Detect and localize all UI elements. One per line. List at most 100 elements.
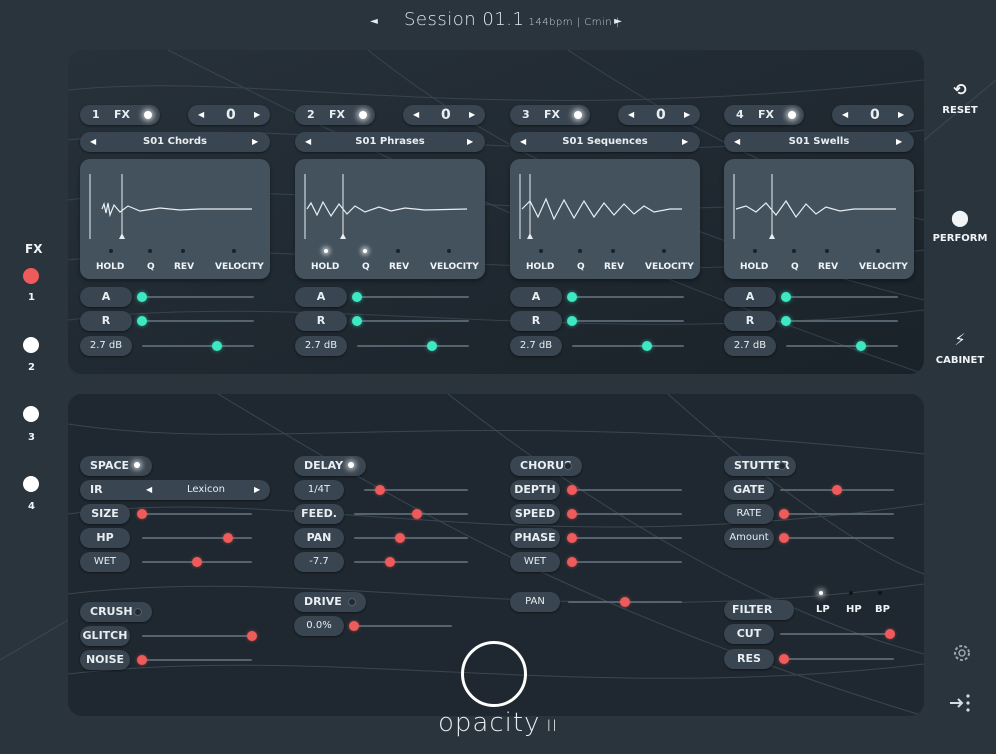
cut-slider-track[interactable] — [780, 633, 890, 635]
q-toggle[interactable]: Q — [791, 262, 799, 272]
preset-next-icon[interactable]: ▶ — [896, 132, 902, 152]
wet-slider-knob[interactable] — [192, 557, 202, 567]
filter-mode-bp-button[interactable]: BP — [875, 604, 890, 615]
gain-slider-track[interactable] — [572, 345, 684, 347]
ir-prev-icon[interactable]: ◀ — [146, 480, 152, 500]
octave-stepper[interactable]: ◀ 0 ▶ — [832, 105, 914, 125]
octave-up-icon[interactable]: ▶ — [254, 105, 260, 125]
gain-slider-track[interactable] — [786, 345, 898, 347]
chorus_wet-slider-knob[interactable] — [567, 557, 577, 567]
velocity-toggle[interactable]: VELOCITY — [645, 262, 694, 272]
hp-slider-knob[interactable] — [222, 533, 233, 543]
feed-slider-knob[interactable] — [411, 509, 422, 519]
rev-toggle[interactable]: REV — [818, 262, 838, 272]
release-slider-track[interactable] — [142, 320, 254, 322]
waveform-display[interactable]: HOLD Q REV VELOCITY — [80, 159, 270, 279]
fx-slot-3-button[interactable] — [23, 406, 39, 422]
velocity-toggle[interactable]: VELOCITY — [859, 262, 908, 272]
octave-stepper[interactable]: ◀ 0 ▶ — [618, 105, 700, 125]
chorus_wet-slider-track[interactable] — [572, 561, 682, 563]
hold-toggle[interactable]: HOLD — [96, 262, 124, 272]
preset-next-icon[interactable]: ▶ — [467, 132, 473, 152]
ir-selector[interactable]: IR ◀ Lexicon ▶ — [80, 480, 270, 500]
channel-fx-toggle[interactable]: 4 FX — [724, 105, 804, 125]
speed-slider-knob[interactable] — [567, 509, 577, 519]
octave-down-icon[interactable]: ◀ — [628, 105, 634, 125]
gate-slider-knob[interactable] — [832, 485, 842, 495]
preset-selector[interactable]: ◀ S01 Sequences ▶ — [510, 132, 700, 152]
pan_val-slider-track[interactable] — [354, 561, 468, 563]
preset-prev-icon[interactable]: ◀ — [305, 132, 311, 152]
amount-slider-track[interactable] — [784, 537, 894, 539]
hold-toggle[interactable]: HOLD — [526, 262, 554, 272]
attack-slider-track[interactable] — [572, 296, 684, 298]
gain-slider-knob[interactable] — [212, 341, 223, 351]
cabinet-button[interactable]: ⚡ CABINET — [932, 330, 988, 366]
release-slider-knob[interactable] — [567, 316, 577, 326]
gain-slider-knob[interactable] — [642, 341, 653, 351]
attack-slider-knob[interactable] — [567, 292, 577, 302]
release-slider-knob[interactable] — [137, 316, 147, 326]
waveform-display[interactable]: HOLD Q REV VELOCITY — [295, 159, 485, 279]
octave-up-icon[interactable]: ▶ — [898, 105, 904, 125]
release-slider-knob[interactable] — [781, 316, 791, 326]
delay_time-slider-knob[interactable] — [374, 485, 385, 495]
speed-slider-track[interactable] — [572, 513, 682, 515]
preset-selector[interactable]: ◀ S01 Swells ▶ — [724, 132, 914, 152]
preset-selector[interactable]: ◀ S01 Chords ▶ — [80, 132, 270, 152]
attack-slider-knob[interactable] — [781, 292, 791, 302]
octave-down-icon[interactable]: ◀ — [413, 105, 419, 125]
channel-fx-toggle[interactable]: 3 FX — [510, 105, 590, 125]
noise-slider-knob[interactable] — [137, 655, 147, 665]
prev-session-button[interactable]: ◄ — [366, 14, 382, 30]
depth-slider-track[interactable] — [572, 489, 682, 491]
filter-mode-lp-button[interactable]: LP — [816, 604, 830, 615]
q-toggle[interactable]: Q — [362, 262, 370, 272]
pan-slider-knob[interactable] — [394, 533, 405, 543]
crush-toggle[interactable]: CRUSH — [80, 602, 152, 622]
velocity-toggle[interactable]: VELOCITY — [430, 262, 479, 272]
octave-up-icon[interactable]: ▶ — [684, 105, 690, 125]
filter-mode-hp-button[interactable]: HP — [846, 604, 862, 615]
channel-fx-toggle[interactable]: 1 FX — [80, 105, 160, 125]
fx-slot-1-button[interactable] — [23, 268, 39, 284]
q-toggle[interactable]: Q — [147, 262, 155, 272]
rate-slider-track[interactable] — [784, 513, 894, 515]
rate-slider-knob[interactable] — [779, 509, 789, 519]
size-slider-track[interactable] — [142, 513, 252, 515]
rev-toggle[interactable]: REV — [604, 262, 624, 272]
noise-slider-track[interactable] — [142, 659, 252, 661]
release-slider-track[interactable] — [357, 320, 469, 322]
phase-slider-track[interactable] — [572, 537, 682, 539]
delay-toggle[interactable]: DELAY — [294, 456, 366, 476]
chorus_pan-slider-knob[interactable] — [620, 597, 630, 607]
hold-toggle[interactable]: HOLD — [740, 262, 768, 272]
glitch-slider-track[interactable] — [142, 635, 252, 637]
fx-slot-4-button[interactable] — [23, 476, 39, 492]
velocity-toggle[interactable]: VELOCITY — [215, 262, 264, 272]
drive-toggle[interactable]: DRIVE — [294, 592, 366, 612]
drive_amt-slider-knob[interactable] — [349, 621, 359, 631]
attack-slider-track[interactable] — [142, 296, 254, 298]
attack-slider-track[interactable] — [786, 296, 898, 298]
release-slider-track[interactable] — [786, 320, 898, 322]
hold-toggle[interactable]: HOLD — [311, 262, 339, 272]
glitch-slider-knob[interactable] — [247, 631, 257, 641]
rev-toggle[interactable]: REV — [389, 262, 409, 272]
octave-down-icon[interactable]: ◀ — [198, 105, 204, 125]
res-slider-track[interactable] — [784, 658, 894, 660]
preset-next-icon[interactable]: ▶ — [682, 132, 688, 152]
next-session-button[interactable]: ► — [610, 14, 626, 30]
fx-slot-2-button[interactable] — [23, 337, 39, 353]
gain-slider-track[interactable] — [142, 345, 254, 347]
stutter-toggle[interactable]: STUTTER — [724, 456, 796, 476]
ir-next-icon[interactable]: ▶ — [254, 480, 260, 500]
channel-fx-toggle[interactable]: 2 FX — [295, 105, 375, 125]
gain-slider-track[interactable] — [357, 345, 469, 347]
export-menu-button[interactable] — [948, 692, 974, 714]
octave-stepper[interactable]: ◀ 0 ▶ — [188, 105, 270, 125]
gain-slider-knob[interactable] — [856, 341, 867, 351]
preset-next-icon[interactable]: ▶ — [252, 132, 258, 152]
depth-slider-knob[interactable] — [567, 485, 577, 495]
hp-slider-track[interactable] — [142, 537, 252, 539]
